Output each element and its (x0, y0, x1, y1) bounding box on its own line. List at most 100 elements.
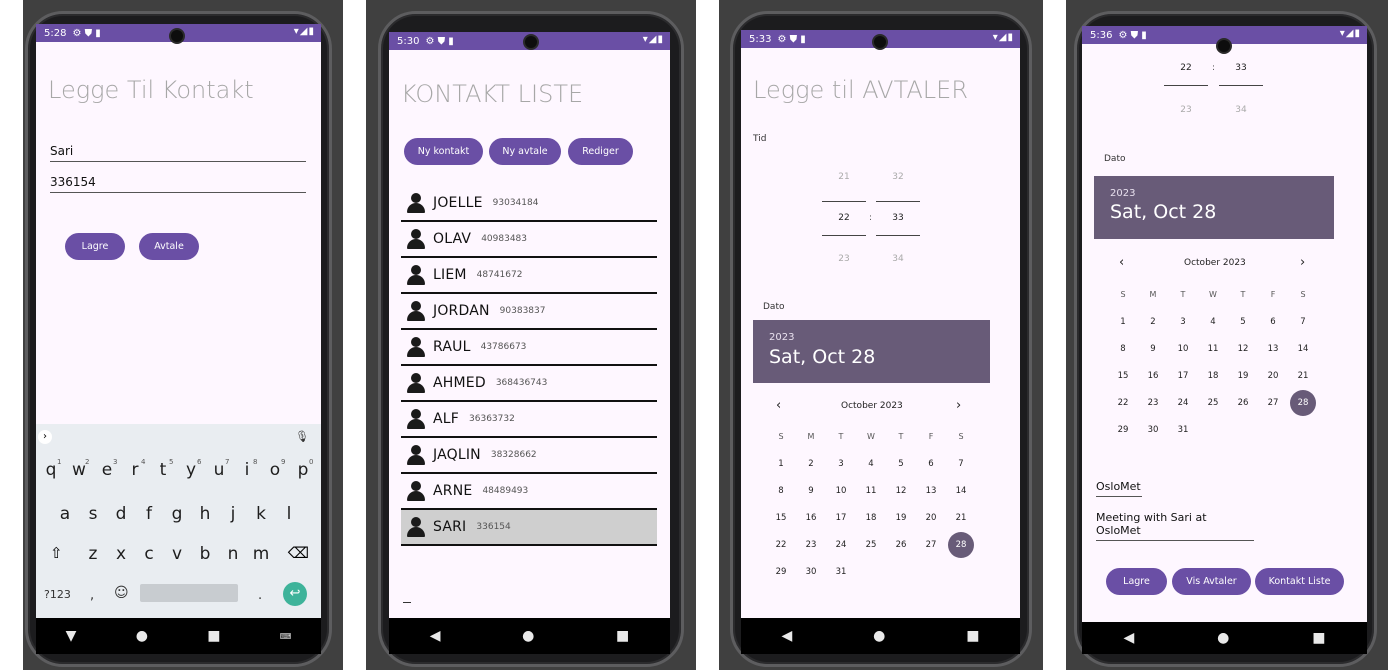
calendar-day[interactable]: 23 (796, 540, 826, 550)
calendar-day[interactable]: 25 (856, 540, 886, 550)
contact-list-button[interactable]: Kontakt Liste (1255, 568, 1344, 595)
new-contact-button[interactable]: Ny kontakt (404, 138, 483, 165)
calendar-day[interactable]: 16 (1138, 371, 1168, 381)
emoji-icon[interactable]: ☺ (114, 585, 129, 601)
edit-button[interactable]: Rediger (568, 138, 633, 165)
calendar-day[interactable]: 5 (886, 459, 916, 469)
calendar-day[interactable]: 20 (916, 513, 946, 523)
contact-row[interactable]: JAQLIN 38328662 (401, 438, 657, 474)
hour-selected[interactable]: 22 (822, 213, 866, 223)
contact-row[interactable]: AHMED 368436743 (401, 366, 657, 402)
calendar-day[interactable]: 27 (916, 540, 946, 550)
calendar-day[interactable]: 21 (1288, 371, 1318, 381)
hour-prev[interactable]: 21 (822, 172, 866, 182)
key-f[interactable]: f (138, 504, 160, 524)
calendar-day[interactable]: 17 (826, 513, 856, 523)
appointment-button[interactable]: Avtale (139, 233, 199, 260)
home-icon[interactable]: ● (136, 628, 148, 644)
shift-icon[interactable]: ⇧ (50, 544, 63, 562)
calendar-day[interactable]: 18 (856, 513, 886, 523)
recents-icon[interactable]: ■ (616, 628, 629, 644)
calendar-day[interactable]: 5 (1228, 317, 1258, 327)
calendar-day[interactable]: 7 (946, 459, 976, 469)
calendar-day[interactable]: 26 (1228, 398, 1258, 408)
calendar-day[interactable]: 12 (886, 486, 916, 496)
key-l[interactable]: l (278, 504, 300, 524)
recents-icon[interactable]: ■ (966, 628, 979, 644)
calendar-day[interactable]: 1 (766, 459, 796, 469)
space-bar[interactable] (140, 584, 238, 602)
calendar-day[interactable]: 29 (1108, 425, 1138, 435)
hour-next[interactable]: 23 (1164, 105, 1208, 115)
key-j[interactable]: j (222, 504, 244, 524)
hour-selected[interactable]: 22 (1164, 63, 1208, 73)
period-key[interactable]: . (258, 588, 262, 603)
key-v[interactable]: v (166, 544, 188, 564)
mic-icon[interactable]: 🎙 (295, 430, 309, 443)
calendar-day[interactable]: 21 (946, 513, 976, 523)
key-b[interactable]: b (194, 544, 216, 564)
home-icon[interactable]: ● (873, 628, 885, 644)
calendar-day[interactable]: 2 (1138, 317, 1168, 327)
key-x[interactable]: x (110, 544, 132, 564)
calendar-day[interactable]: 1 (1108, 317, 1138, 327)
year-label[interactable]: 2023 (769, 332, 794, 343)
calendar-day[interactable]: 31 (826, 567, 856, 577)
calendar-day[interactable]: 31 (1168, 425, 1198, 435)
calendar-day[interactable]: 9 (796, 486, 826, 496)
key-d[interactable]: d (110, 504, 132, 524)
calendar-day[interactable]: 4 (856, 459, 886, 469)
calendar-day[interactable]: 23 (1138, 398, 1168, 408)
calendar-day[interactable]: 10 (826, 486, 856, 496)
calendar-day[interactable]: 7 (1288, 317, 1318, 327)
key-k[interactable]: k (250, 504, 272, 524)
contact-row[interactable]: SARI 336154 (401, 510, 657, 546)
key-z[interactable]: z (82, 544, 104, 564)
key-s[interactable]: s (82, 504, 104, 524)
enter-key[interactable]: ↩ (283, 582, 307, 606)
calendar-day[interactable]: 16 (796, 513, 826, 523)
calendar-day[interactable]: 14 (1288, 344, 1318, 354)
key-h[interactable]: h (194, 504, 216, 524)
minute-selected[interactable]: 33 (876, 213, 920, 223)
calendar-day[interactable]: 2 (796, 459, 826, 469)
hour-next[interactable]: 23 (822, 254, 866, 264)
backspace-icon[interactable]: ⌫ (288, 544, 309, 562)
calendar-day[interactable]: 3 (826, 459, 856, 469)
home-icon[interactable]: ● (522, 628, 534, 644)
calendar-day[interactable]: 11 (1198, 344, 1228, 354)
back-icon[interactable]: ◀ (781, 628, 792, 644)
calendar-day[interactable]: 4 (1198, 317, 1228, 327)
calendar-day[interactable]: 20 (1258, 371, 1288, 381)
calendar-day-selected[interactable]: 28 (1290, 390, 1316, 416)
calendar-day[interactable]: 15 (766, 513, 796, 523)
key-g[interactable]: g (166, 504, 188, 524)
calendar-day[interactable]: 27 (1258, 398, 1288, 408)
calendar-day[interactable]: 11 (856, 486, 886, 496)
key-c[interactable]: c (138, 544, 160, 564)
calendar-day[interactable]: 15 (1108, 371, 1138, 381)
calendar-day[interactable]: 14 (946, 486, 976, 496)
year-label[interactable]: 2023 (1110, 188, 1135, 199)
save-button[interactable]: Lagre (1106, 568, 1167, 595)
calendar-day[interactable]: 13 (916, 486, 946, 496)
calendar-day[interactable]: 25 (1198, 398, 1228, 408)
contact-row[interactable]: JOELLE 93034184 (401, 186, 657, 222)
contact-row[interactable]: ALF 36363732 (401, 402, 657, 438)
minute-selected[interactable]: 33 (1219, 63, 1263, 73)
recents-icon[interactable]: ■ (207, 628, 220, 644)
new-appointment-button[interactable]: Ny avtale (489, 138, 561, 165)
calendar-day[interactable]: 18 (1198, 371, 1228, 381)
back-icon[interactable]: ◀ (1123, 630, 1134, 646)
place-input[interactable]: OsloMet (1096, 480, 1142, 497)
next-month-icon[interactable]: › (956, 398, 961, 413)
calendar-day[interactable]: 8 (1108, 344, 1138, 354)
contact-row[interactable]: JORDAN 90383837 (401, 294, 657, 330)
key-m[interactable]: m (250, 544, 272, 564)
show-appointments-button[interactable]: Vis Avtaler (1172, 568, 1251, 595)
calendar-day[interactable]: 30 (796, 567, 826, 577)
keyboard-switch-icon[interactable]: ⌨ (280, 632, 292, 641)
name-input[interactable]: Sari (50, 144, 306, 162)
minute-next[interactable]: 34 (876, 254, 920, 264)
calendar-day[interactable]: 24 (1168, 398, 1198, 408)
